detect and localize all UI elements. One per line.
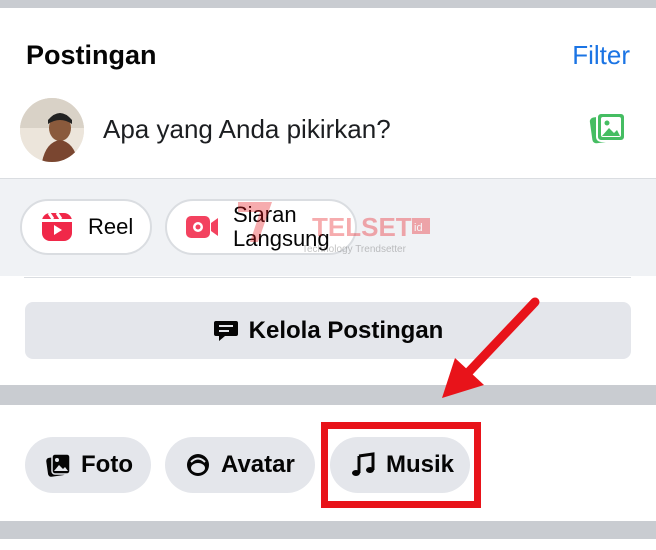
- filter-link[interactable]: Filter: [572, 40, 630, 71]
- reel-icon: [42, 212, 72, 241]
- live-label: Siaran Langsung: [233, 203, 330, 251]
- section-divider: [24, 277, 631, 278]
- photo-icon: [46, 453, 71, 477]
- avatar-chip[interactable]: Avatar: [165, 437, 315, 493]
- top-separator: [0, 0, 656, 8]
- middle-separator: [0, 385, 656, 405]
- manage-posts-icon: [213, 320, 238, 341]
- page-title: Postingan: [26, 40, 157, 70]
- manage-posts-label: Kelola Postingan: [248, 316, 444, 344]
- music-note-icon: [352, 452, 375, 476]
- post-filter-chips: Foto Avatar Musik: [0, 405, 656, 521]
- music-chip-label: Musik: [386, 451, 455, 478]
- create-actions-bar: Reel Siaran Langsung: [0, 178, 656, 276]
- avatar-icon: [187, 454, 209, 476]
- live-label-line1: Siaran: [233, 202, 297, 227]
- live-button[interactable]: Siaran Langsung: [165, 199, 357, 255]
- reel-label: Reel: [88, 214, 134, 239]
- photo-chip-label: Foto: [81, 451, 133, 478]
- photo-chip[interactable]: Foto: [25, 437, 151, 493]
- posts-header: Postingan Filter: [0, 8, 656, 100]
- reel-button[interactable]: Reel: [20, 199, 152, 255]
- avatar[interactable]: [20, 98, 84, 162]
- bottom-separator: [0, 521, 656, 550]
- photo-icon[interactable]: [589, 110, 627, 146]
- live-label-line2: Langsung: [233, 226, 330, 251]
- manage-posts-button[interactable]: Kelola Postingan: [25, 302, 631, 359]
- avatar-chip-label: Avatar: [221, 451, 295, 478]
- music-chip[interactable]: Musik: [330, 437, 470, 493]
- live-video-icon: [186, 216, 218, 238]
- whats-on-your-mind-input[interactable]: Apa yang Anda pikirkan?: [103, 114, 391, 145]
- post-composer: Apa yang Anda pikirkan?: [0, 92, 656, 178]
